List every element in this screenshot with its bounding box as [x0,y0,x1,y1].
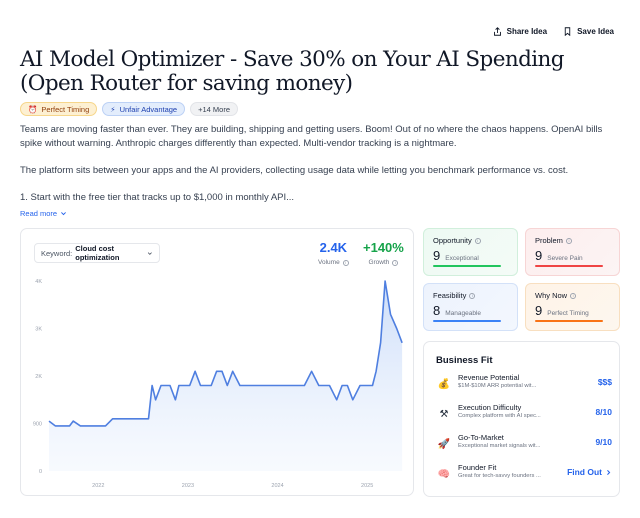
growth-caption: Growth [368,259,390,266]
trend-chart-card: Keyword: Cloud cost optimization 2.4K Vo… [20,228,414,496]
biz-item-sub: $1M-$10M ARR potential wit... [458,383,537,389]
x-tick-label: 2024 [271,483,283,489]
bookmark-icon [564,27,571,36]
info-icon[interactable]: i [570,292,577,299]
badge-perfect-timing[interactable]: ⏰ Perfect Timing [20,102,98,116]
biz-item-title: Revenue Potential [458,373,520,382]
score-card-opportunity[interactable]: Opportunity i 9 Exceptional [423,228,518,276]
badge-more[interactable]: +14 More [190,102,239,116]
score-sub: Manageable [445,310,482,317]
biz-item-revenue-potential[interactable]: 💰 Revenue Potential $1M-$10M ARR potenti… [436,373,612,399]
x-tick-label: 2022 [92,483,104,489]
score-label: Opportunity [433,236,472,245]
top-actions: Share Idea Save Idea [493,27,614,36]
read-more-label: Read more [20,209,58,218]
chevron-down-icon [61,212,67,216]
business-fit-title: Business Fit [436,355,493,366]
lightning-icon: ⚡ [110,104,116,114]
badge-label: Unfair Advantage [119,104,178,114]
biz-item-sub: Complex platform with AI spec... [458,413,541,419]
growth-metric: +140% Growth i [363,240,404,266]
biz-item-title: Go-To-Market [458,433,504,442]
biz-item-sub: Exceptional market signals wit... [458,443,541,449]
series-area [49,281,403,471]
read-more-link[interactable]: Read more [20,209,67,218]
score-card-why-now[interactable]: Why Now i 9 Perfect Timing [525,283,620,331]
volume-caption: Volume [318,259,340,266]
info-icon[interactable]: i [469,292,476,299]
keyword-value: Cloud cost optimization [75,244,120,262]
score-value: 9 [433,248,441,263]
score-sub: Exceptional [445,255,479,262]
score-bar [433,265,501,267]
biz-item-title: Founder Fit [458,463,497,472]
score-value: 8 [433,303,441,318]
score-card-feasibility[interactable]: Feasibility i 8 Manageable [423,283,518,331]
badge-label: Perfect Timing [41,104,90,114]
volume-value: 2.4K [319,240,348,255]
biz-item-value: Find Out [567,467,602,477]
info-icon[interactable]: i [342,259,349,266]
tools-icon: ⚒ [439,409,449,420]
save-idea-button[interactable]: Save Idea [563,27,614,36]
y-tick-label: 4K [35,279,42,285]
score-bar [433,320,501,322]
info-icon[interactable]: i [392,259,399,266]
score-card-problem[interactable]: Problem i 9 Severe Pain [525,228,620,276]
score-label: Feasibility [433,291,467,300]
y-tick-label: 3K [35,327,42,333]
score-bar [535,320,603,322]
score-sub: Severe Pain [547,255,583,262]
rocket-icon: 🚀 [437,439,451,450]
score-bar [535,265,603,267]
description-paragraph-2: The platform sits between your apps and … [20,165,569,176]
volume-metric: 2.4K Volume i [318,240,349,266]
find-out-link[interactable]: Find Out [567,467,612,477]
growth-value: +140% [363,240,404,255]
money-bag-icon: 💰 [437,379,451,390]
biz-item-title: Execution Difficulty [458,403,522,412]
trend-chart: 0 900 2K 3K 4K 2022 2023 2024 2025 [33,279,403,489]
share-idea-button[interactable]: Share Idea [493,27,547,36]
score-value: 9 [535,303,543,318]
info-icon[interactable]: i [565,237,572,244]
biz-item-sub: Great for tech-savvy founders ... [458,473,541,479]
y-tick-label: 2K [35,374,42,380]
keyword-label: Keyword: [41,248,73,258]
badge-unfair-advantage[interactable]: ⚡ Unfair Advantage [102,102,186,116]
save-idea-label: Save Idea [577,27,614,36]
badge-label: +14 More [198,104,231,114]
score-label: Problem [535,236,563,245]
x-tick-label: 2025 [361,483,373,489]
x-tick-label: 2023 [182,483,194,489]
keyword-select[interactable]: Keyword: Cloud cost optimization [34,243,160,263]
chevron-right-icon [607,469,611,475]
description-paragraph-3: 1. Start with the free tier that tracks … [20,192,295,203]
biz-item-founder-fit[interactable]: 🧠 Founder Fit Great for tech-savvy found… [436,463,612,489]
badge-row: ⏰ Perfect Timing ⚡ Unfair Advantage +14 … [20,102,239,116]
alarm-clock-icon: ⏰ [28,104,38,114]
share-idea-label: Share Idea [506,27,548,36]
brain-icon: 🧠 [437,469,451,480]
biz-item-value: 9/10 [595,437,612,447]
biz-item-go-to-market[interactable]: 🚀 Go-To-Market Exceptional market signal… [436,433,612,459]
page-title: AI Model Optimizer - Save 30% on Your AI… [20,47,565,96]
business-fit-card: Business Fit 💰 Revenue Potential $1M-$10… [423,341,620,497]
share-icon [493,27,501,36]
score-value: 9 [535,248,543,263]
score-label: Why Now [535,291,568,300]
info-icon[interactable]: i [474,237,481,244]
score-sub: Perfect Timing [547,310,589,317]
biz-item-value: 8/10 [595,407,612,417]
biz-item-execution-difficulty[interactable]: ⚒ Execution Difficulty Complex platform … [436,403,612,429]
y-tick-label: 0 [39,469,42,475]
chevron-down-icon [148,251,153,255]
biz-item-value: $$$ [597,377,612,387]
description-paragraph-1: Teams are moving faster than ever. They … [20,124,603,149]
y-tick-label: 900 [33,422,42,428]
